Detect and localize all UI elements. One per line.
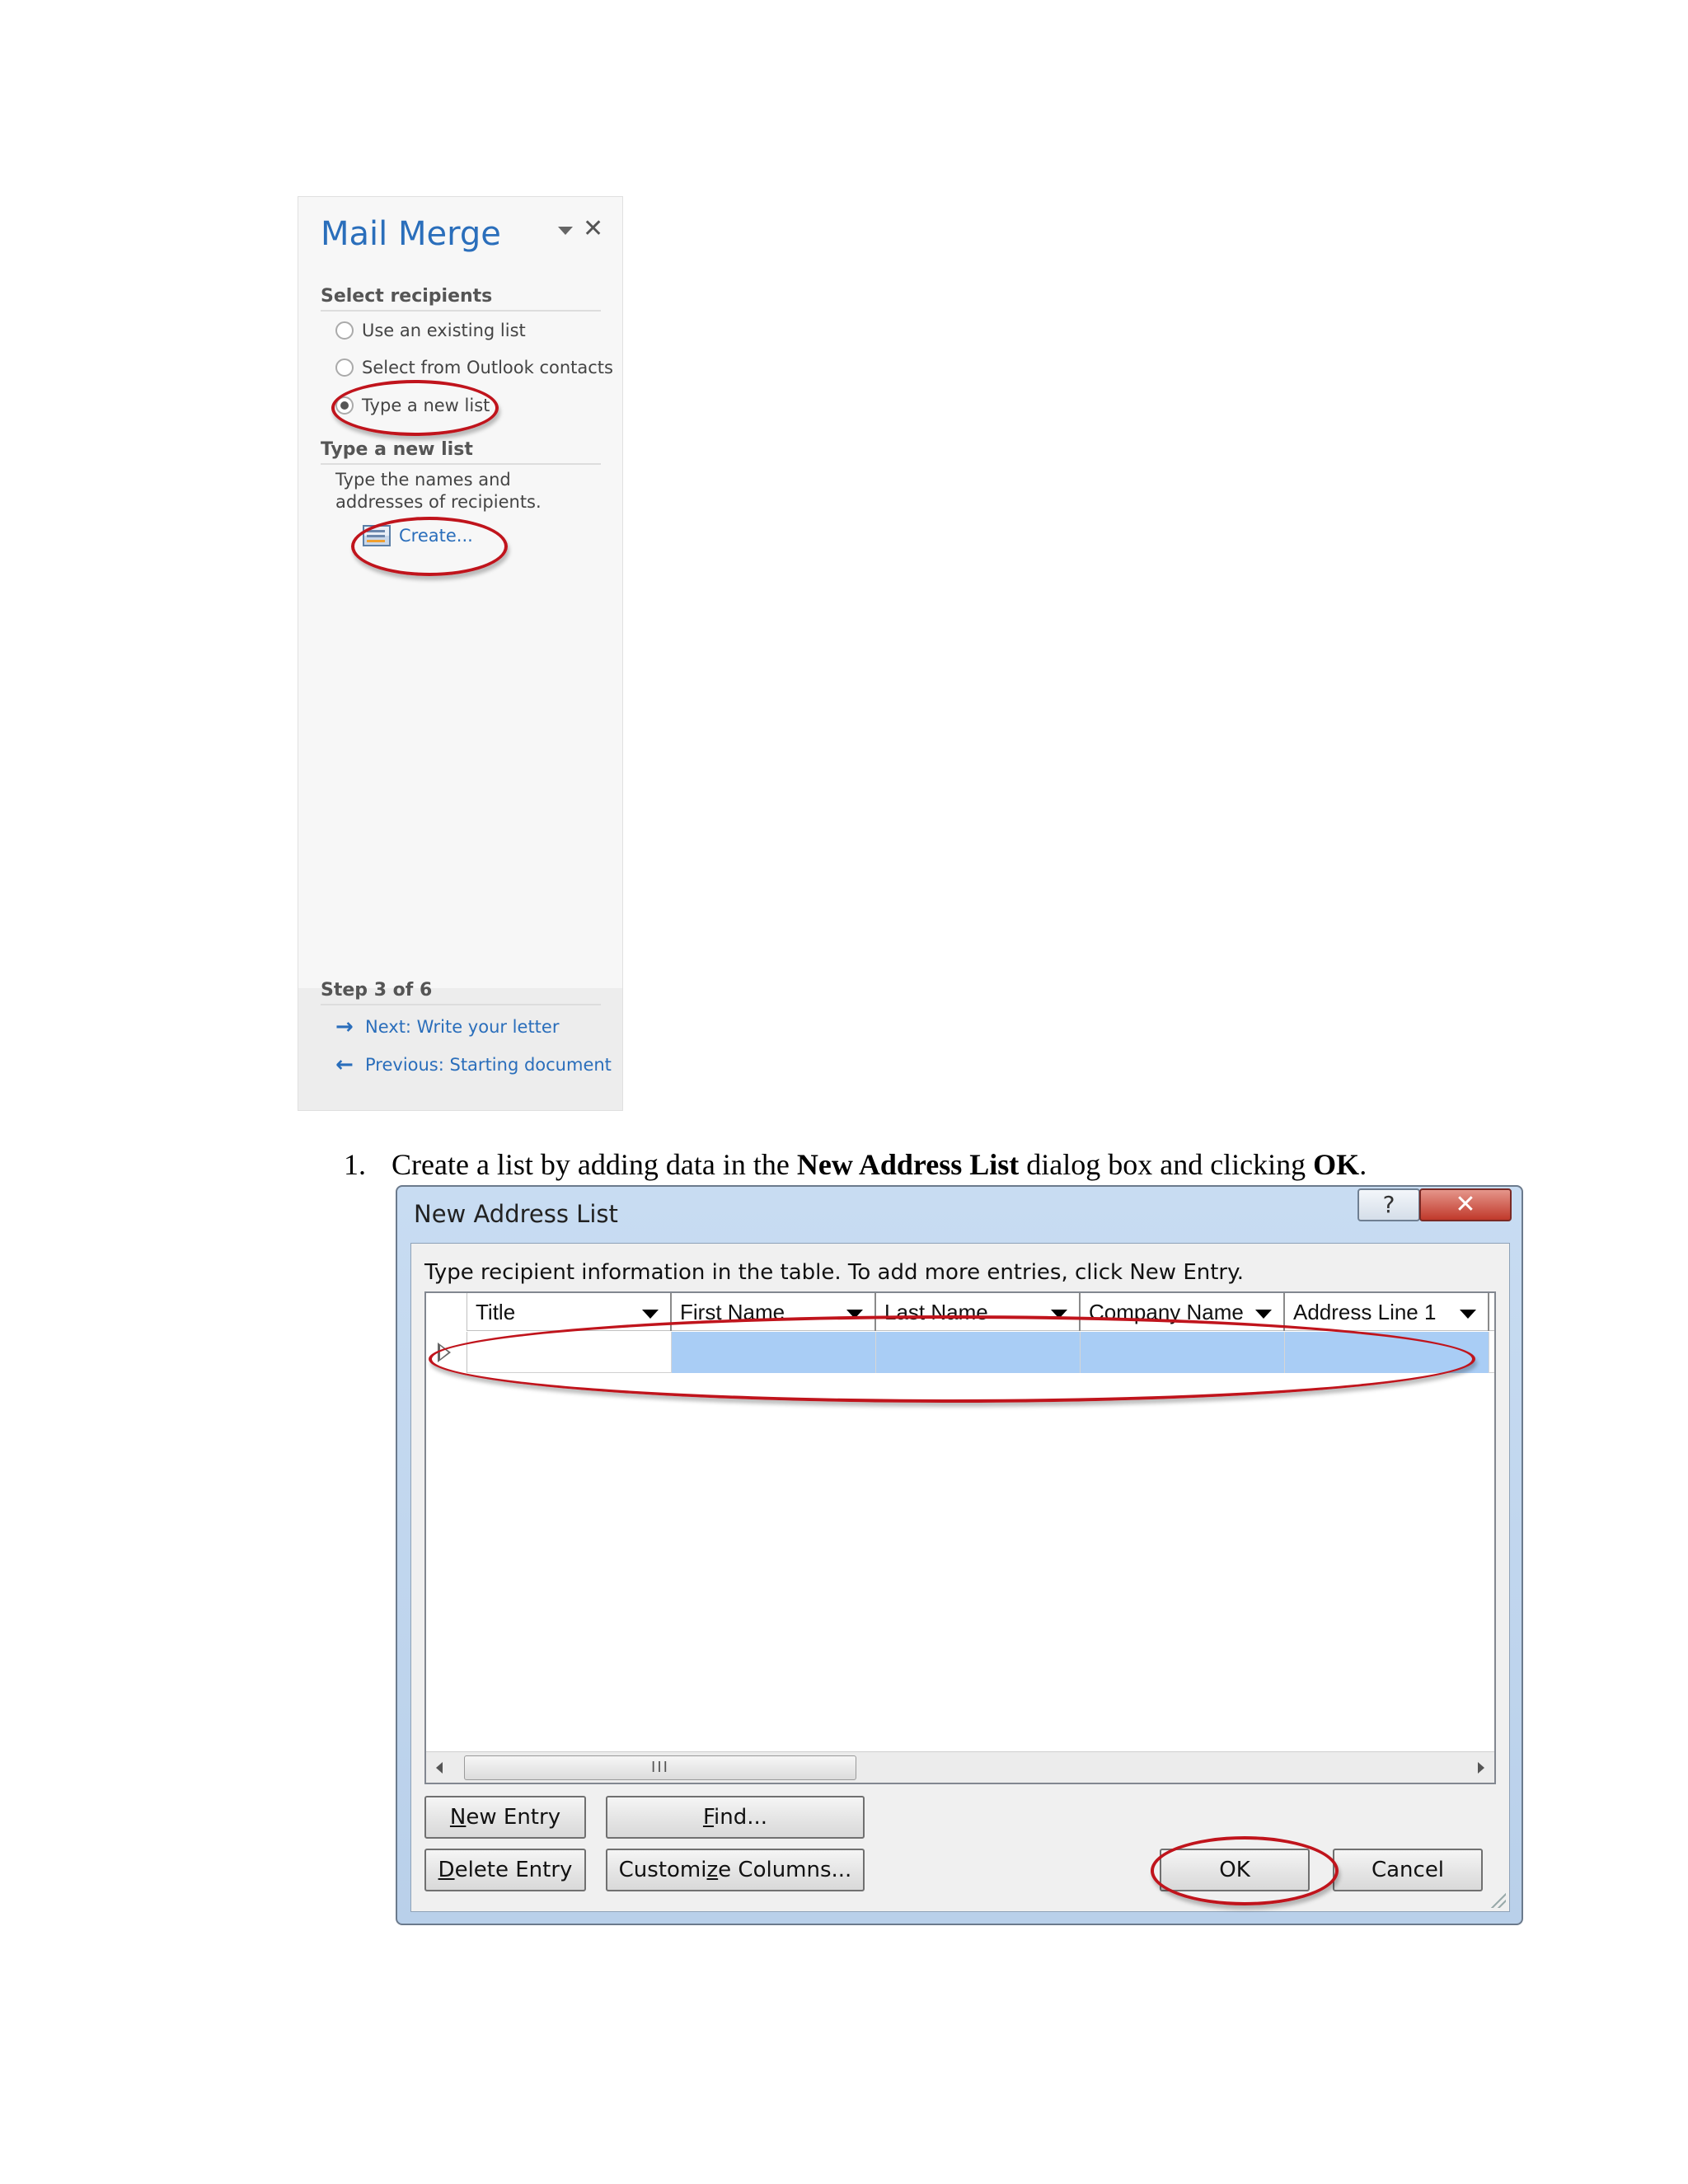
cell-first-name[interactable] — [672, 1332, 876, 1373]
horizontal-scrollbar[interactable]: III — [426, 1751, 1494, 1783]
column-header-address-line-1[interactable]: Address Line 1 — [1285, 1293, 1489, 1331]
ok-button[interactable]: OK — [1160, 1849, 1310, 1891]
dropdown-arrow-icon[interactable] — [1051, 1310, 1067, 1319]
recipient-table[interactable]: Title First Name Last Name Company Name … — [424, 1291, 1496, 1784]
row-indicator-icon — [438, 1343, 451, 1362]
dropdown-arrow-icon[interactable] — [846, 1310, 863, 1319]
instruction-step: 1. Create a list by adding data in the Ne… — [344, 1147, 1367, 1182]
column-header-first-name[interactable]: First Name — [672, 1293, 876, 1331]
scroll-thumb[interactable]: III — [464, 1755, 856, 1780]
column-header-title[interactable]: Title — [467, 1293, 672, 1331]
next-step-label: Next: Write your letter — [365, 1017, 560, 1037]
mnemonic: D — [438, 1858, 455, 1882]
mnemonic: F — [702, 1805, 715, 1830]
button-label: ind... — [714, 1805, 768, 1830]
dropdown-arrow-icon[interactable] — [1460, 1310, 1476, 1319]
scroll-left-icon[interactable] — [436, 1762, 443, 1774]
find-button[interactable]: Find... — [606, 1796, 865, 1839]
arrow-right-icon: → — [335, 1015, 354, 1039]
resize-grip-icon[interactable] — [1489, 1891, 1506, 1908]
arrow-left-icon: ← — [335, 1052, 354, 1077]
create-link-label: Create... — [399, 526, 473, 546]
dropdown-arrow-icon[interactable] — [1255, 1310, 1272, 1319]
address-list-icon — [363, 525, 391, 546]
column-header-company-name[interactable]: Company Name — [1081, 1293, 1285, 1331]
column-label: Title — [476, 1299, 516, 1324]
close-icon[interactable]: ✕ — [1419, 1188, 1512, 1221]
cell-last-name[interactable] — [876, 1332, 1081, 1373]
previous-step-link[interactable]: ← Previous: Starting document — [335, 1052, 612, 1077]
delete-entry-button[interactable]: Delete Entry — [424, 1849, 586, 1891]
pane-title: Mail Merge — [321, 215, 501, 253]
option-label: Select from Outlook contacts — [362, 358, 613, 377]
type-new-list-description: Type the names and addresses of recipien… — [335, 470, 542, 512]
column-label: First Name — [680, 1299, 785, 1324]
column-header-last-name[interactable]: Last Name — [876, 1293, 1081, 1331]
cell-company-name[interactable] — [1081, 1332, 1285, 1373]
radio-icon[interactable] — [335, 321, 354, 340]
table-header: Title First Name Last Name Company Name … — [426, 1293, 1494, 1331]
select-recipients-heading: Select recipients — [321, 286, 601, 312]
cell-address-line-1[interactable] — [1285, 1332, 1489, 1373]
new-entry-button[interactable]: New Entry — [424, 1796, 586, 1839]
step-heading: Step 3 of 6 — [321, 980, 601, 1005]
cell-title[interactable] — [467, 1332, 672, 1373]
customize-columns-button[interactable]: Customize Columns... — [606, 1849, 865, 1891]
option-use-existing-list[interactable]: Use an existing list — [335, 318, 526, 343]
mnemonic: z — [706, 1858, 719, 1882]
option-label: Type a new list — [362, 396, 490, 415]
table-row[interactable] — [426, 1332, 1494, 1373]
help-icon[interactable]: ? — [1357, 1188, 1420, 1221]
row-header[interactable] — [426, 1332, 467, 1373]
instruction-bold-dialog: New Address List — [796, 1148, 1020, 1181]
option-select-outlook-contacts[interactable]: Select from Outlook contacts — [335, 355, 613, 380]
type-new-list-heading: Type a new list — [321, 439, 601, 465]
button-label: elete Entry — [454, 1858, 573, 1882]
instruction-text: Create a list by adding data in the — [392, 1148, 797, 1181]
radio-icon[interactable] — [335, 359, 354, 377]
button-label: Customi — [618, 1858, 707, 1882]
dialog-instructions: Type recipient information in the table.… — [424, 1260, 1245, 1285]
scroll-right-icon[interactable] — [1478, 1762, 1484, 1774]
dropdown-arrow-icon[interactable] — [642, 1310, 659, 1319]
previous-step-label: Previous: Starting document — [365, 1055, 612, 1075]
instruction-text: dialog box and clicking — [1019, 1148, 1314, 1181]
new-address-list-dialog: New Address List ? ✕ Type recipient info… — [396, 1185, 1523, 1925]
instruction-text: . — [1359, 1148, 1367, 1181]
pane-footer-background — [298, 988, 622, 1110]
step-number: 1. — [344, 1148, 366, 1181]
instruction-bold-ok: OK — [1313, 1148, 1360, 1181]
mail-merge-pane: Mail Merge ✕ Select recipients Use an ex… — [298, 196, 623, 1111]
column-label: Company Name — [1089, 1299, 1244, 1324]
create-link[interactable]: Create... — [363, 525, 473, 546]
cancel-button[interactable]: Cancel — [1333, 1849, 1483, 1891]
mnemonic: N — [449, 1805, 467, 1830]
button-label: ew Entry — [466, 1805, 561, 1830]
next-step-link[interactable]: → Next: Write your letter — [335, 1015, 559, 1039]
option-type-new-list[interactable]: Type a new list — [335, 393, 490, 418]
close-icon[interactable]: ✕ — [583, 217, 603, 241]
radio-checked-icon[interactable] — [335, 396, 354, 415]
dialog-title: New Address List — [414, 1200, 618, 1228]
dialog-client-area: Type recipient information in the table.… — [410, 1243, 1510, 1912]
column-label: Last Name — [884, 1299, 988, 1324]
column-label: Address Line 1 — [1293, 1299, 1437, 1324]
table-corner — [426, 1293, 467, 1331]
button-label: e Columns... — [718, 1858, 852, 1882]
chevron-down-icon[interactable] — [558, 227, 573, 235]
option-label: Use an existing list — [362, 321, 526, 340]
